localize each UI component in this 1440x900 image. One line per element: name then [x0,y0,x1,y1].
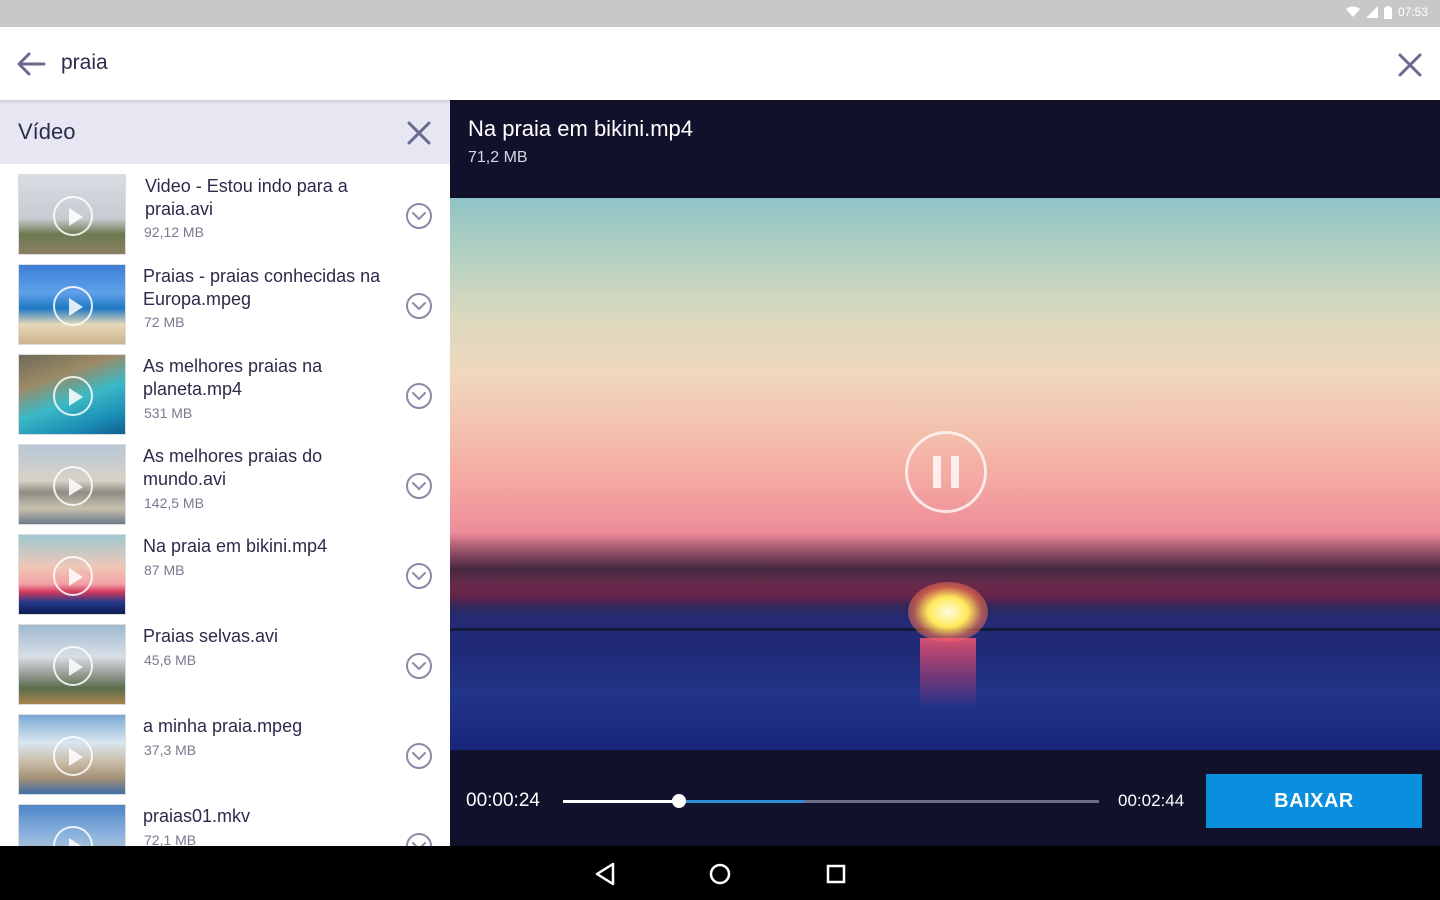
chevron-down-icon[interactable] [405,562,433,590]
player-video-title: Na praia em bikini.mp4 [468,116,693,141]
video-title: Na praia em bikini.mp4 [143,536,328,556]
back-nav-icon[interactable] [591,860,619,888]
back-arrow-icon[interactable] [14,49,48,79]
battery-icon [1383,5,1392,19]
chevron-down-icon[interactable] [405,832,433,846]
video-thumbnail [18,354,126,435]
progress-knob[interactable] [672,794,687,808]
video-title: Praias - praias conhecidas na Europa.mpe… [143,266,381,309]
download-button[interactable]: BAIXAR [1206,774,1422,828]
pause-button[interactable] [905,431,987,513]
search-input[interactable] [61,45,1361,81]
signal-icon [1365,6,1378,18]
video-size: 72 MB [144,314,185,330]
video-thumbnail [18,174,126,255]
video-frame[interactable] [450,198,1440,750]
video-thumbnail [18,264,126,345]
video-list-item[interactable]: Praias selvas.avi 45,6 MB [0,624,450,706]
play-icon [53,196,93,236]
video-list-item[interactable]: As melhores praias na planeta.mp4 531 MB [0,354,450,436]
play-icon [53,826,93,846]
video-size: 72,1 MB [144,832,197,846]
video-title: praias01.mkv [143,806,251,826]
filter-header: Vídeo [0,100,450,164]
play-icon [53,286,93,326]
video-list-item[interactable]: As melhores praias do mundo.avi 142,5 MB [0,444,450,526]
video-thumbnail [18,804,126,846]
chevron-down-icon[interactable] [405,292,433,320]
video-list-item[interactable]: Praias - praias conhecidas na Europa.mpe… [0,264,450,346]
video-size: 37,3 MB [144,742,197,758]
video-title: Praias selvas.avi [143,626,279,646]
recents-nav-icon[interactable] [822,860,850,888]
video-thumbnail [18,624,126,705]
chevron-down-icon[interactable] [405,382,433,410]
chevron-down-icon[interactable] [405,742,433,770]
wifi-icon [1345,6,1360,17]
video-sun [908,582,988,642]
video-thumbnail [18,714,126,795]
status-icons: 07:53 [1345,5,1428,19]
navigation-bar [0,846,1440,900]
chevron-down-icon[interactable] [405,652,433,680]
play-icon [53,736,93,776]
play-icon [53,376,93,416]
video-size: 87 MB [144,562,185,578]
video-size: 92,12 MB [144,224,204,240]
pause-icon [933,456,941,488]
play-icon [53,466,93,506]
close-filter-icon[interactable] [406,120,432,146]
progress-bar[interactable] [563,794,1099,808]
search-bar [0,27,1440,100]
video-list-item[interactable]: a minha praia.mpeg 37,3 MB [0,714,450,796]
video-sun-reflection [920,638,976,708]
video-size: 45,6 MB [144,652,197,668]
chevron-down-icon[interactable] [405,472,433,500]
play-icon [53,556,93,596]
home-nav-icon[interactable] [706,860,734,888]
video-title: a minha praia.mpeg [143,716,303,736]
video-thumbnail [18,444,126,525]
video-title: As melhores praias do mundo.avi [143,446,323,489]
video-thumbnail [18,534,126,615]
video-size: 531 MB [144,405,193,421]
status-time: 07:53 [1397,5,1428,19]
video-title: Video - Estou indo para a praia.avi [145,176,348,219]
chevron-down-icon[interactable] [405,202,433,230]
results-panel: Vídeo Video - Estou indo para a praia.av… [0,100,450,846]
player-video-size: 71,2 MB [468,149,528,166]
video-player-panel: Na praia em bikini.mp4 71,2 MB 00:00:24 … [450,100,1440,846]
video-list-item[interactable]: Na praia em bikini.mp4 87 MB [0,534,450,616]
status-bar: 07:53 [0,0,1440,27]
total-time: 00:02:44 [1118,791,1185,810]
pause-icon [951,456,959,488]
clear-search-icon[interactable] [1396,51,1424,79]
play-icon [53,646,93,686]
filter-title: Vídeo [18,119,76,144]
current-time: 00:00:24 [466,790,540,811]
video-list-item[interactable]: Video - Estou indo para a praia.avi 92,1… [0,174,450,256]
video-title: As melhores praias na planeta.mp4 [143,356,323,399]
progress-played [563,800,680,803]
video-size: 142,5 MB [144,495,204,511]
video-list-item[interactable]: praias01.mkv 72,1 MB [0,804,450,846]
